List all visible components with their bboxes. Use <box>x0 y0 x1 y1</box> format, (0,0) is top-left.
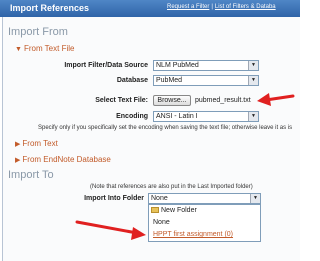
annotation-layer <box>75 93 295 240</box>
red-arrow-annotation <box>257 93 295 106</box>
red-arrow-annotation <box>75 220 146 240</box>
